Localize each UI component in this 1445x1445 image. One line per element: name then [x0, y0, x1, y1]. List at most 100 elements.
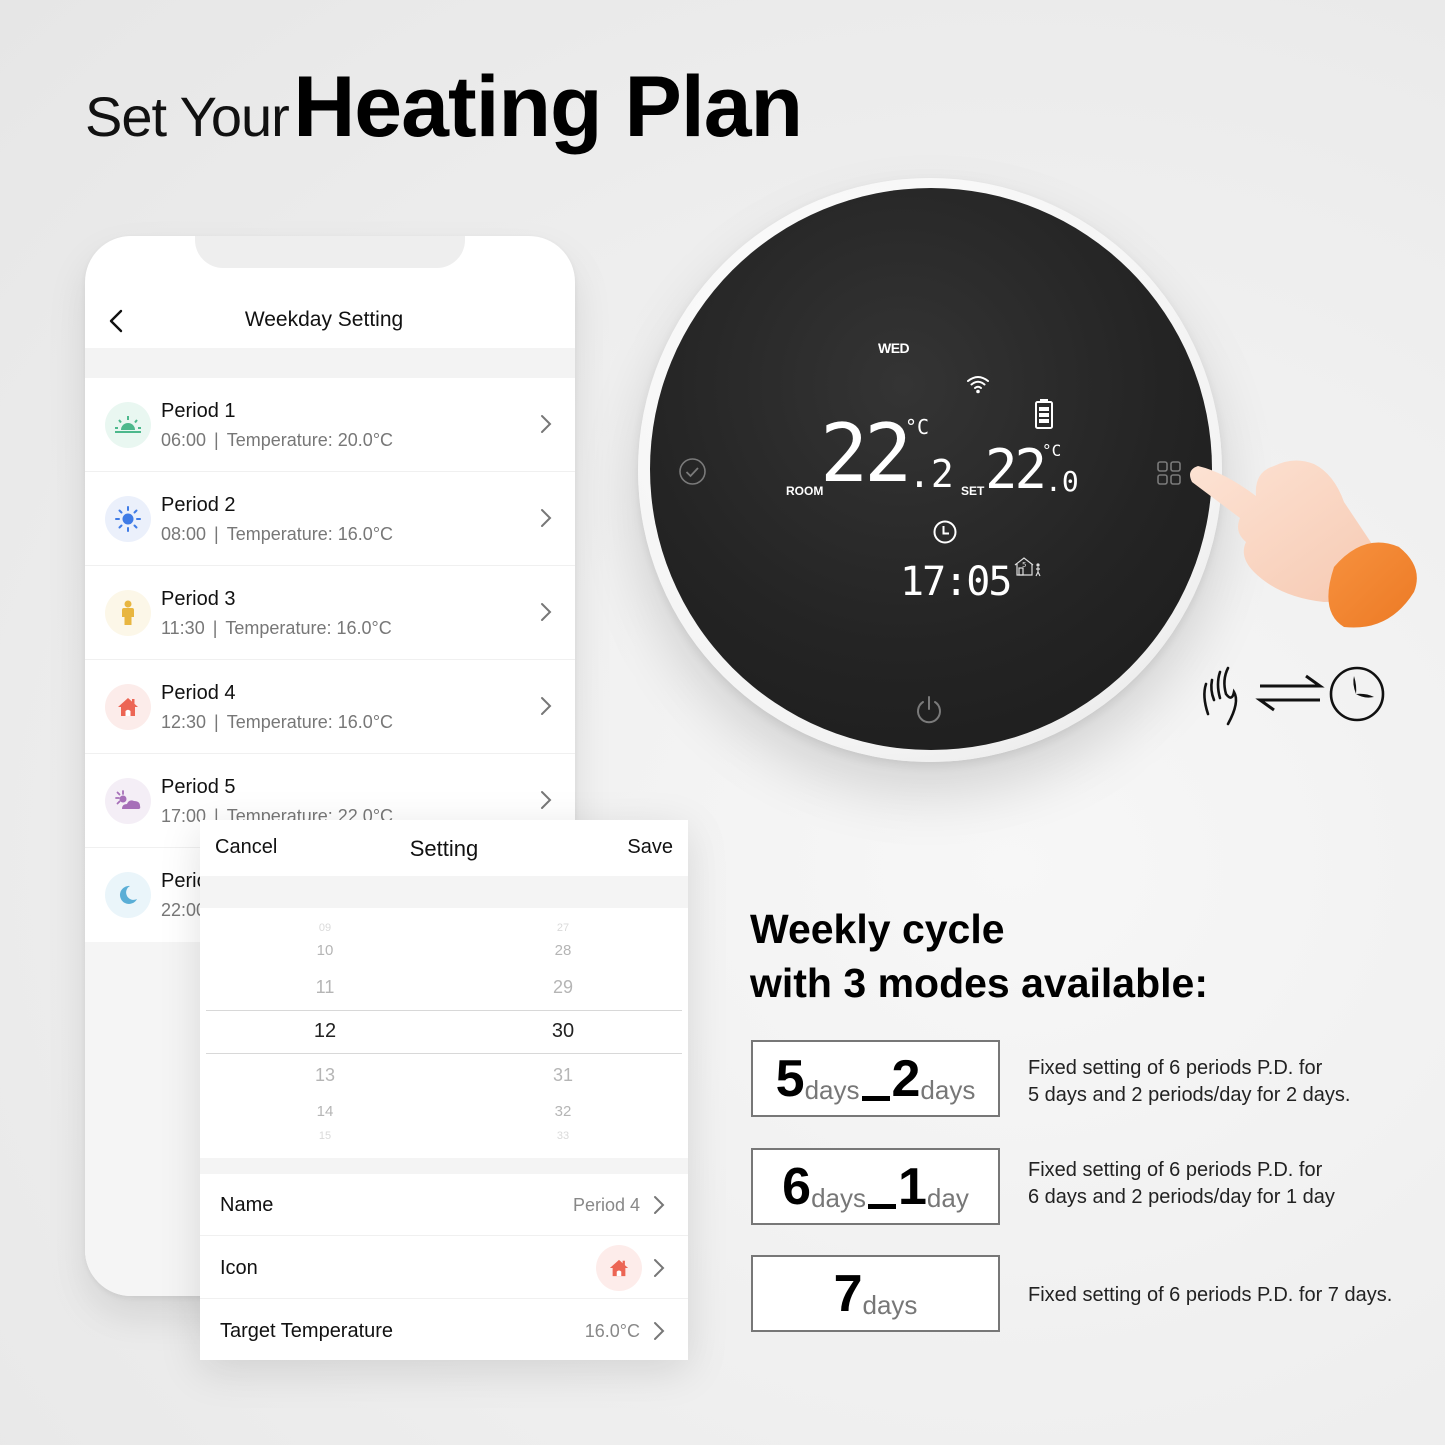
period-time: 06:00	[161, 430, 207, 450]
mode-description-line: 6 days and 2 periods/day for 1 day	[1028, 1186, 1335, 1208]
set-temperature-unit: °C	[1042, 441, 1062, 460]
period-detail: 06:00 | Temperature: 20.0°C	[161, 430, 393, 451]
sunrise-icon	[105, 402, 151, 448]
room-decimal-digit: 2	[930, 452, 954, 496]
set-temperature-decimal: .0	[1045, 465, 1079, 498]
mode-unit: days	[804, 1075, 860, 1105]
period-item-4[interactable]: Period 4 12:30 | Temperature: 16.0°C	[85, 660, 575, 754]
display-day: WED	[878, 340, 910, 356]
sheet-title: Setting	[409, 836, 479, 861]
minute-option[interactable]: 31	[503, 1065, 623, 1086]
minute-option[interactable]: 29	[503, 977, 623, 998]
minute-option[interactable]: 28	[503, 942, 623, 959]
chevron-right-icon	[541, 697, 552, 715]
room-label: ROOM	[786, 484, 824, 498]
target-temperature-value: 16.0°C	[584, 1321, 640, 1341]
mode-number: 2	[891, 1050, 921, 1108]
phone-notch	[195, 236, 465, 268]
mode-5-2-description: Fixed setting of 6 periods P.D. for 5 da…	[1028, 1055, 1350, 1109]
period-temperature: Temperature: 16.0°C	[226, 524, 394, 544]
period-name: Period 3	[161, 588, 236, 610]
period-item-1[interactable]: Period 1 06:00 | Temperature: 20.0°C	[85, 378, 575, 472]
period-time: 11:30	[161, 618, 205, 638]
mode-7-description: Fixed setting of 6 periods P.D. for 7 da…	[1028, 1282, 1392, 1309]
headline-emphasis: Heating Plan	[293, 59, 803, 155]
name-label: Name	[220, 1194, 274, 1216]
minute-option[interactable]: 33	[503, 1130, 623, 1142]
menu-grid-icon[interactable]	[1156, 460, 1182, 486]
mode-number: 1	[898, 1158, 927, 1216]
clock-icon	[933, 520, 957, 544]
mode-separator	[861, 1096, 890, 1101]
period-temperature: Temperature: 16.0°C	[225, 618, 392, 638]
mode-unit: days	[811, 1183, 866, 1213]
time-picker[interactable]: 09 10 11 12 13 14 15 27 28 29 30 31 32 3…	[200, 908, 688, 1158]
hour-option[interactable]: 09	[265, 922, 385, 934]
sheet-divider	[200, 876, 688, 908]
hour-option[interactable]: 13	[265, 1065, 385, 1086]
mode-switch-graphic	[1203, 666, 1385, 726]
hour-option[interactable]: 11	[265, 977, 385, 998]
check-icon[interactable]	[678, 457, 707, 486]
mode-number: 7	[833, 1265, 863, 1323]
period-item-2[interactable]: Period 2 08:00 | Temperature: 16.0°C	[85, 472, 575, 566]
mode-unit: days	[862, 1290, 918, 1320]
home-program-icon: 5	[1014, 557, 1041, 577]
target-temperature-row[interactable]: Target Temperature 16.0°C	[200, 1300, 688, 1362]
wifi-icon	[967, 376, 989, 394]
separator: |	[214, 524, 219, 544]
home-icon	[105, 684, 151, 730]
hour-option[interactable]: 15	[265, 1130, 385, 1142]
moon-icon	[105, 872, 151, 918]
period-item-3[interactable]: Period 3 11:30 | Temperature: 16.0°C	[85, 566, 575, 660]
mode-description-line: 5 days and 2 periods/day for 2 days.	[1028, 1084, 1351, 1106]
weekly-cycle-heading: Weekly cycle with 3 modes available:	[750, 902, 1208, 1010]
swap-arrows-icon	[1255, 674, 1325, 712]
name-row[interactable]: Name Period 4	[200, 1174, 688, 1236]
name-value: Period 4	[572, 1195, 640, 1215]
mode-description-line: Fixed setting of 6 periods P.D. for	[1028, 1159, 1323, 1181]
save-button[interactable]: Save	[627, 836, 673, 859]
mode-description-line: Fixed setting of 6 periods P.D. for 7 da…	[1028, 1284, 1393, 1306]
period-name: Period 2	[161, 494, 236, 516]
chevron-right-icon	[654, 1196, 665, 1214]
mode-unit: days	[920, 1075, 976, 1105]
chevron-right-icon	[541, 509, 552, 527]
chevron-right-icon	[541, 415, 552, 433]
program-number: 5	[1022, 561, 1026, 569]
hour-option-selected[interactable]: 12	[265, 1020, 385, 1043]
minute-option[interactable]: 32	[503, 1103, 623, 1120]
period-name: Period 5	[161, 776, 236, 798]
pointing-hand-illustration	[1190, 460, 1417, 628]
mode-description-line: Fixed setting of 6 periods P.D. for	[1028, 1057, 1323, 1079]
period-temperature: Temperature: 20.0°C	[226, 430, 394, 450]
period-name: Period 4	[161, 682, 236, 704]
nav-bar: Weekday Setting	[85, 296, 575, 346]
mode-separator	[868, 1204, 896, 1209]
setting-sheet: Cancel Setting Save 09 10 11 12 13 14 15…	[200, 820, 688, 1360]
chevron-right-icon	[654, 1322, 665, 1340]
weekly-title-line1: Weekly cycle	[750, 906, 1005, 952]
mode-number: 6	[782, 1158, 812, 1216]
minute-option[interactable]: 27	[503, 922, 623, 934]
set-decimal-digit: 0	[1061, 465, 1079, 498]
minute-option-selected[interactable]: 30	[503, 1020, 623, 1043]
chevron-right-icon	[541, 791, 552, 809]
display-time: 17:05	[900, 559, 1012, 605]
section-divider	[85, 348, 575, 378]
power-icon[interactable]	[913, 694, 945, 726]
mode-6-1-badge: 6 days 1 day	[751, 1148, 1000, 1225]
hour-option[interactable]: 14	[265, 1103, 385, 1120]
room-temperature-unit: °C	[905, 415, 930, 439]
page-title: Weekday Setting	[244, 308, 404, 331]
chevron-right-icon	[541, 603, 552, 621]
icon-row[interactable]: Icon	[200, 1237, 688, 1299]
battery-icon	[1035, 399, 1053, 429]
room-temperature-decimal: .2	[908, 452, 954, 496]
mode-5-2-badge: 5 days 2 days	[751, 1040, 1000, 1117]
hour-option[interactable]: 10	[265, 942, 385, 959]
period-time: 12:30	[161, 712, 207, 732]
icon-label: Icon	[220, 1257, 258, 1279]
sheet-header: Cancel Setting Save	[200, 820, 688, 876]
schedule-clock-icon	[1329, 666, 1385, 722]
